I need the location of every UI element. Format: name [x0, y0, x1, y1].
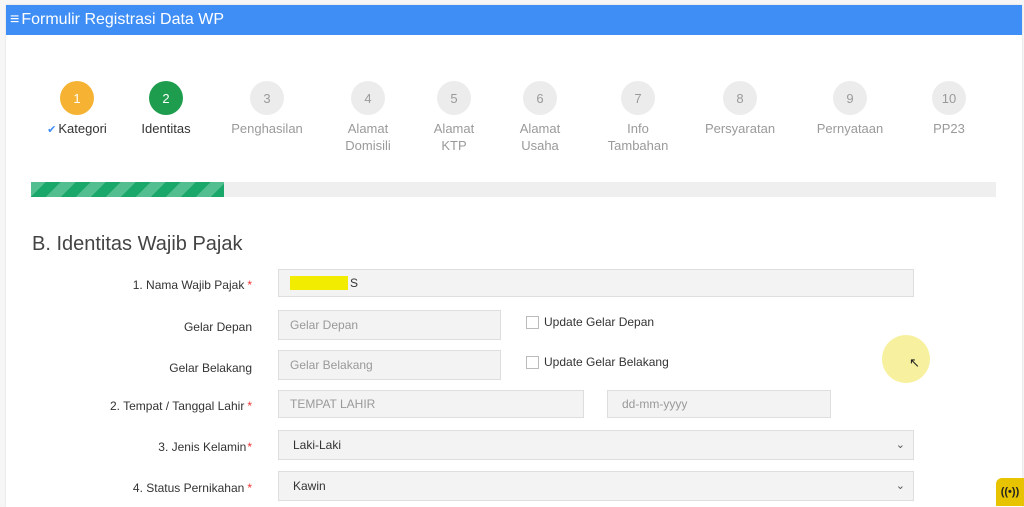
progress-fill — [31, 182, 224, 197]
step-label: Persyaratan — [704, 121, 776, 136]
gelar-depan-input[interactable]: Gelar Depan — [278, 310, 501, 340]
tempat-lahir-input[interactable]: TEMPAT LAHIR — [278, 390, 584, 418]
status-pernikahan-label: 4. Status Pernikahan * — [132, 481, 252, 495]
step-label: Identitas — [141, 121, 191, 136]
step-number: 1 — [60, 81, 94, 115]
step-info-tambahan[interactable]: 7 Info Tambahan — [583, 81, 693, 154]
step-label-line: Tambahan — [607, 138, 669, 153]
step-number: 10 — [932, 81, 966, 115]
step-persyaratan[interactable]: 8 Persyaratan — [685, 81, 795, 137]
required-mark: * — [247, 481, 252, 495]
tanggal-lahir-input[interactable]: dd-mm-yyyy — [607, 390, 831, 418]
jenis-kelamin-select[interactable]: Laki-Laki ⌄ — [278, 430, 914, 460]
cursor-highlight — [882, 335, 930, 383]
jenis-kelamin-label: 3. Jenis Kelamin* — [158, 440, 252, 454]
hamburger-icon[interactable]: ≡ — [10, 11, 19, 29]
checkbox-label: Update Gelar Depan — [544, 315, 655, 329]
required-mark: * — [247, 399, 252, 413]
checkbox-box[interactable] — [526, 315, 539, 329]
step-label-line: Alamat — [519, 121, 561, 136]
nama-input[interactable]: S — [278, 269, 914, 297]
mouse-pointer-icon: ↖ — [909, 355, 920, 370]
update-gelar-belakang-checkbox[interactable]: Update Gelar Belakang — [526, 355, 669, 369]
redacted-highlight — [290, 276, 348, 290]
step-label: PP23 — [933, 121, 965, 136]
check-icon: ✔ — [47, 124, 57, 136]
select-value: Laki-Laki — [293, 438, 342, 452]
step-number: 6 — [523, 81, 557, 115]
status-pernikahan-select[interactable]: Kawin ⌄ — [278, 471, 914, 501]
page-title: Formulir Registrasi Data WP — [21, 11, 225, 28]
chevron-down-icon: ⌄ — [895, 480, 905, 492]
step-penghasilan[interactable]: 3 Penghasilan — [212, 81, 322, 137]
broadcast-icon: ((•)) — [996, 478, 1024, 506]
step-pp23[interactable]: 10 PP23 — [894, 81, 1004, 137]
step-alamat-usaha[interactable]: 6 Alamat Usaha — [485, 81, 595, 154]
step-number: 2 — [149, 81, 183, 115]
chevron-down-icon: ⌄ — [895, 439, 905, 451]
step-label-line: Usaha — [521, 138, 559, 153]
required-mark: * — [247, 278, 252, 292]
step-number: 5 — [437, 81, 471, 115]
step-label: Penghasilan — [231, 121, 303, 136]
step-number: 4 — [351, 81, 385, 115]
step-number: 9 — [833, 81, 867, 115]
wizard-steps: 1 ✔ Kategori 2 Identitas 3 Penghasilan 4 … — [6, 81, 1022, 171]
nama-label: 1. Nama Wajib Pajak * — [132, 278, 252, 292]
update-gelar-depan-checkbox[interactable]: Update Gelar Depan — [526, 315, 654, 329]
step-number: 8 — [723, 81, 757, 115]
step-identitas[interactable]: 2 Identitas — [111, 81, 221, 137]
step-number: 7 — [621, 81, 655, 115]
header-bar: ≡ Formulir Registrasi Data WP — [6, 5, 1022, 35]
step-number: 3 — [250, 81, 284, 115]
step-label: Kategori — [58, 121, 107, 136]
gelar-depan-label: Gelar Depan — [183, 320, 252, 334]
select-value: Kawin — [293, 479, 326, 493]
step-label-line: Info — [627, 121, 649, 136]
checkbox-box[interactable] — [526, 355, 539, 369]
step-label: Pernyataan — [816, 121, 884, 136]
nama-value: S — [350, 276, 359, 290]
section-title: B. Identitas Wajib Pajak — [32, 233, 243, 255]
step-pernyataan[interactable]: 9 Pernyataan — [795, 81, 905, 137]
required-mark: * — [247, 440, 252, 454]
progress-bar — [31, 182, 996, 197]
checkbox-label: Update Gelar Belakang — [544, 355, 669, 369]
gelar-belakang-label: Gelar Belakang — [169, 361, 252, 375]
gelar-belakang-input[interactable]: Gelar Belakang — [278, 350, 501, 380]
form-card: ≡ Formulir Registrasi Data WP 1 ✔ Kategor… — [6, 5, 1022, 507]
ttl-label: 2. Tempat / Tanggal Lahir * — [110, 399, 252, 413]
